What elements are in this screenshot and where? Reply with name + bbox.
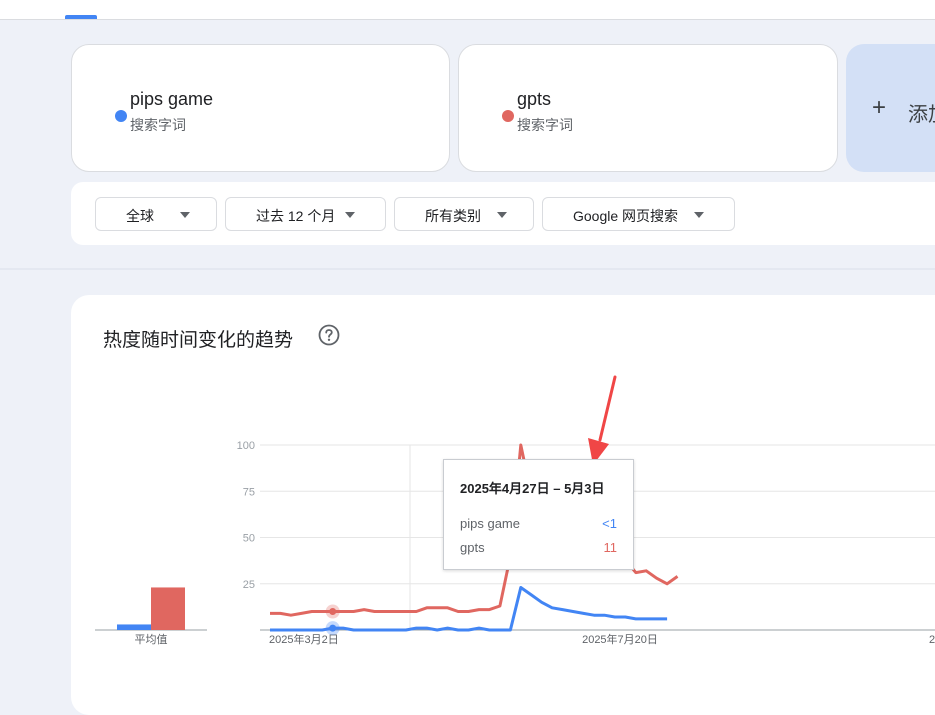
- y-tick-label: 75: [243, 486, 255, 498]
- tooltip-series-name: pips game: [460, 516, 520, 531]
- tooltip-series-value: 11: [603, 540, 618, 555]
- tooltip-series-value: <1: [602, 516, 617, 531]
- trend-chart[interactable]: 100 75 50 25 2025年3月2日 2025年7月20日 2 平均值: [0, 0, 935, 678]
- average-bar: [117, 624, 151, 630]
- y-tick-label: 50: [243, 533, 255, 545]
- y-tick-label: 100: [237, 440, 255, 452]
- tooltip-date: 2025年4月27日 – 5月3日: [460, 481, 605, 496]
- tooltip-row-gpts: gpts 11: [460, 540, 617, 555]
- y-tick-label: 25: [243, 579, 255, 591]
- chart-tooltip: 2025年4月27日 – 5月3日 pips game <1 gpts 11: [443, 459, 634, 570]
- tooltip-row-pips-game: pips game <1: [460, 516, 617, 531]
- average-bar: [151, 587, 185, 630]
- tooltip-series-name: gpts: [460, 540, 485, 555]
- x-tick-label: 2025年7月20日: [582, 632, 658, 646]
- hover-marker: [329, 608, 337, 615]
- hover-marker: [329, 624, 337, 632]
- annotation-arrow-shaft: [598, 375, 617, 442]
- average-label: 平均值: [135, 633, 168, 646]
- x-tick-label-partial: 2: [929, 634, 935, 646]
- x-tick-label: 2025年3月2日: [269, 632, 339, 646]
